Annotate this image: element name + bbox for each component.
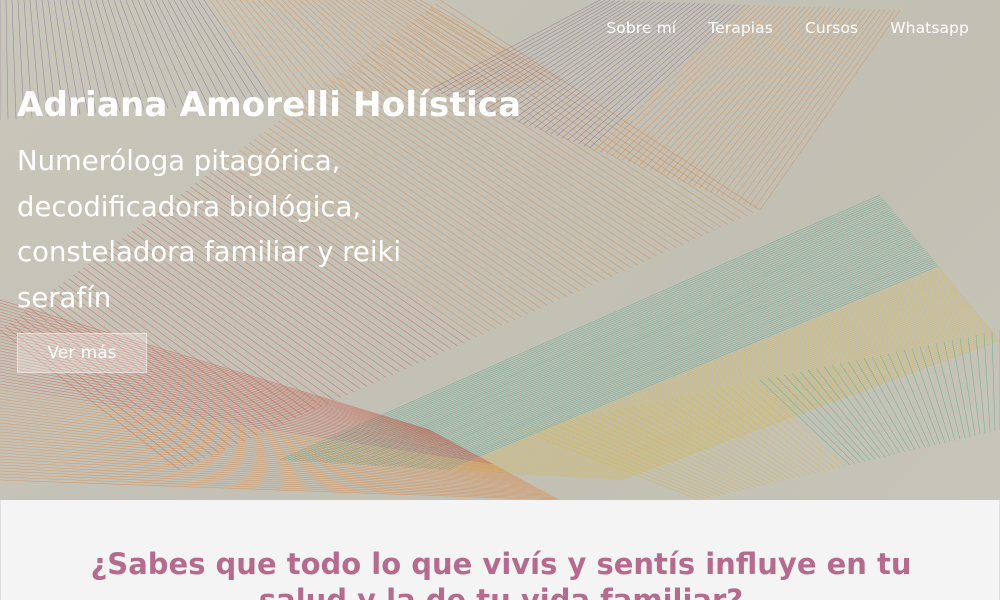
hero-banner: Sobre mí Terapias Cursos Whatsapp Adrian…	[0, 0, 1000, 500]
intro-question: ¿Sabes que todo lo que vivís y sentís in…	[90, 547, 912, 600]
nav-item-whatsapp[interactable]: Whatsapp	[858, 17, 969, 39]
ribbon-lower-left	[0, 299, 561, 500]
intro-section: ¿Sabes que todo lo que vivís y sentís in…	[0, 500, 1000, 600]
nav-item-cursos[interactable]: Cursos	[773, 17, 858, 39]
hero-subtitle: Numeróloga pitagórica, decodificadora bi…	[17, 145, 402, 314]
ver-mas-button[interactable]: Ver más	[17, 333, 147, 373]
page-title: Adriana Amorelli Holística	[17, 85, 522, 125]
top-nav: Sobre mí Terapias Cursos Whatsapp	[574, 17, 969, 39]
nav-item-terapias[interactable]: Terapias	[676, 17, 773, 39]
nav-item-sobre-mi[interactable]: Sobre mí	[574, 17, 676, 39]
ribbon-bottom-right	[519, 330, 1000, 500]
